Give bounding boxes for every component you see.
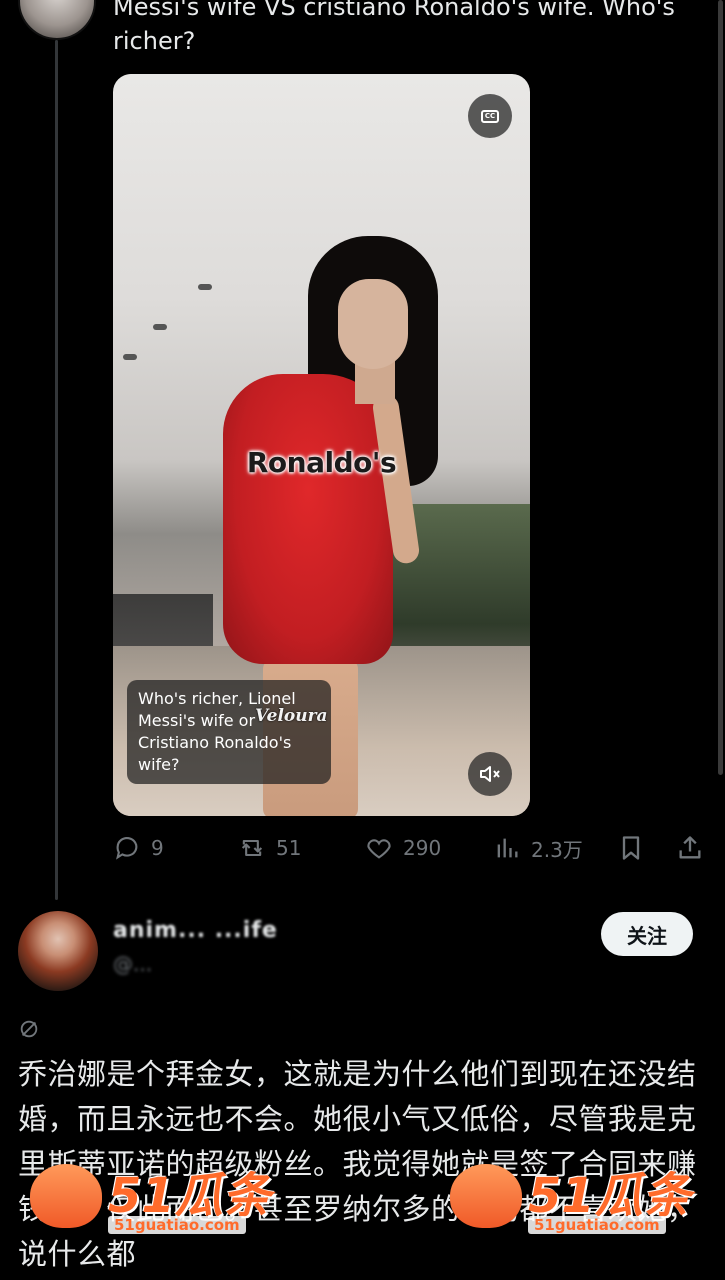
follow-button[interactable]: 关注 — [601, 912, 693, 956]
retweet-button[interactable]: 51 — [238, 828, 301, 868]
video-overlay-text: Ronaldo's — [246, 446, 397, 479]
retweet-count: 51 — [276, 836, 302, 860]
ceiling-light — [123, 354, 137, 360]
watermark-url: 51guatiao.com — [528, 1216, 666, 1234]
ceiling-light — [153, 324, 167, 330]
reply-count: 9 — [151, 836, 164, 860]
reply-author-handle: @... — [113, 952, 153, 976]
tweet-video[interactable]: Ronaldo's CC Who's richer, Lionel Messi'… — [113, 74, 530, 816]
tweet-action-bar: 9 51 290 2.3万 — [113, 828, 713, 868]
mute-button[interactable] — [468, 752, 512, 796]
reply-author-avatar[interactable] — [18, 911, 98, 991]
thread-connector-line — [55, 40, 58, 900]
views-count: 2.3万 — [531, 837, 583, 862]
bookmark-icon — [622, 836, 640, 860]
like-button[interactable]: 290 — [365, 828, 441, 868]
circle-slash-icon — [20, 1020, 38, 1038]
watermark-logo-icon — [450, 1164, 522, 1228]
closed-captions-button[interactable]: CC — [468, 94, 512, 138]
site-watermark: 51瓜条 51guatiao.com — [450, 1160, 715, 1240]
tweet-text: Messi's wife VS cristiano Ronaldo's wife… — [113, 0, 675, 55]
person-face — [338, 279, 408, 369]
bookmark-button[interactable] — [617, 828, 645, 868]
reply-author-name[interactable]: anim... ...ife — [113, 918, 278, 943]
reply-icon — [116, 837, 138, 860]
speaker-muted-icon — [480, 766, 500, 782]
scrollbar[interactable] — [718, 0, 723, 775]
like-count: 290 — [403, 836, 442, 860]
share-button[interactable] — [676, 828, 704, 868]
views-chart-icon — [497, 838, 518, 858]
watermark-url: 51guatiao.com — [108, 1216, 246, 1234]
watermark-logo-icon — [30, 1164, 102, 1228]
site-watermark: 51瓜条 51guatiao.com — [30, 1160, 295, 1240]
video-caption: Who's richer, Lionel Messi's wife or Cri… — [127, 680, 331, 784]
red-dress — [223, 374, 393, 664]
reply-button[interactable]: 9 — [113, 828, 164, 868]
views-button[interactable]: 2.3万 — [493, 828, 583, 868]
video-watermark: Veloura — [255, 706, 328, 726]
share-icon — [679, 836, 701, 859]
heart-icon — [367, 839, 391, 859]
ceiling-light — [198, 284, 212, 290]
retweet-icon — [241, 839, 263, 857]
author-avatar[interactable] — [18, 0, 96, 40]
closed-captions-icon: CC — [481, 109, 499, 123]
